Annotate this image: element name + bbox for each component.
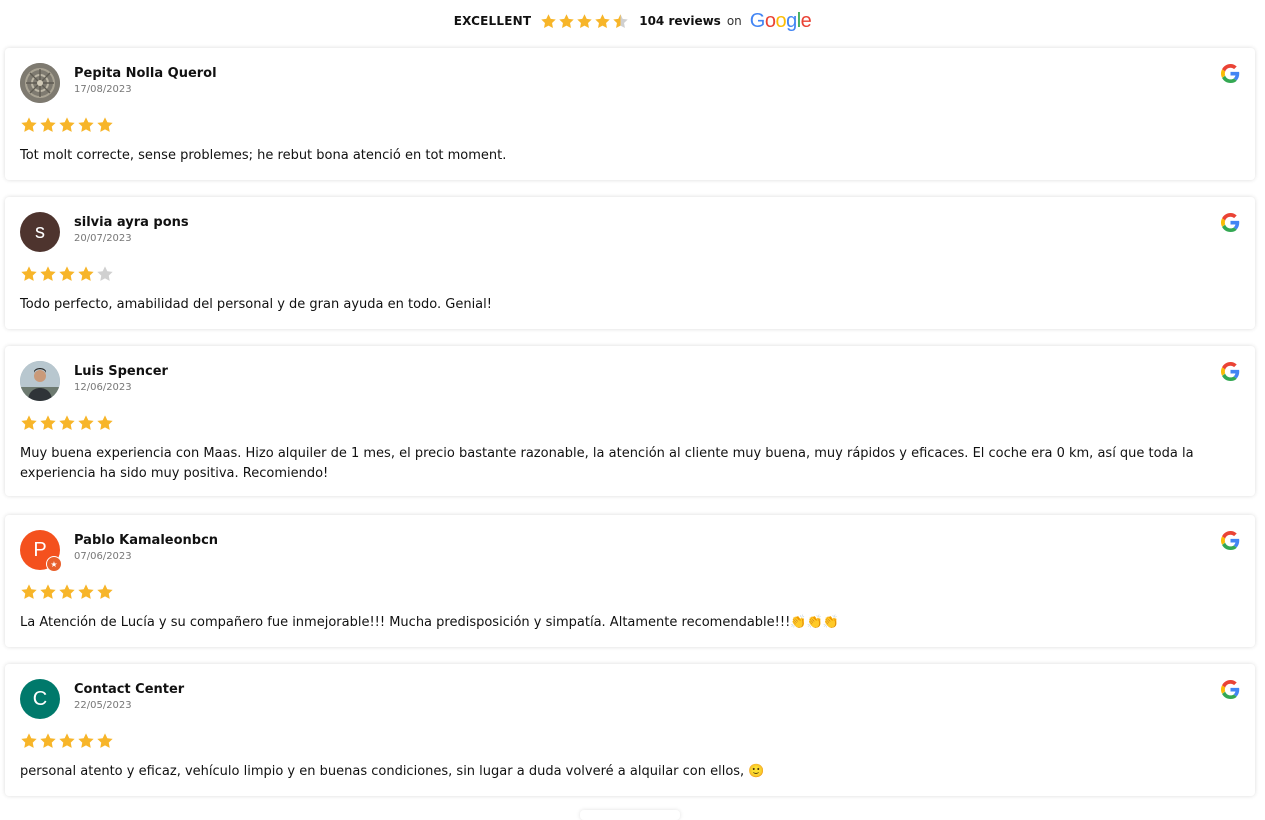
review-card: Pepita Nolla Querol 17/08/2023 Tot molt co…: [5, 48, 1255, 180]
google-g-icon[interactable]: [1221, 680, 1240, 699]
review-card: C Contact Center 22/05/2023 personal atento…: [5, 664, 1255, 796]
star-full-icon: [97, 733, 113, 748]
star-full-icon: [21, 266, 37, 281]
review-date: 07/06/2023: [74, 551, 132, 562]
reviewer-name[interactable]: silvia ayra pons: [74, 215, 189, 231]
review-date: 12/06/2023: [74, 382, 132, 393]
review-stars: [20, 583, 114, 601]
review-text: personal atento y eficaz, vehículo limpi…: [20, 764, 765, 779]
rating-label: EXCELLENT: [453, 14, 532, 28]
star-full-icon: [40, 266, 56, 281]
google-g-icon[interactable]: [1221, 64, 1240, 83]
rating-summary: EXCELLENT 104 reviews on Google: [0, 0, 1265, 42]
google-logo[interactable]: Google: [750, 10, 812, 33]
review-text: Tot molt correcte, sense problemes; he r…: [20, 148, 507, 163]
star-full-icon: [59, 415, 75, 430]
star-full-icon: [97, 584, 113, 599]
reviewer-name[interactable]: Contact Center: [74, 682, 184, 698]
star-full-icon: [21, 584, 37, 599]
avatar-letter: P: [33, 538, 47, 561]
avatar-letter: C: [32, 687, 48, 710]
review-text: La Atención de Lucía y su compañero fue …: [20, 615, 839, 630]
reviewer-meta: Pablo Kamaleonbcn 07/06/2023: [74, 533, 218, 562]
reviewer-meta: Contact Center 22/05/2023: [74, 682, 184, 711]
google-logo-letter: e: [800, 9, 812, 32]
star-full-icon: [78, 266, 94, 281]
review-stars: [20, 414, 114, 432]
star-half-icon: [613, 13, 628, 28]
review-count[interactable]: 104 reviews: [639, 14, 721, 28]
review-text: Muy buena experiencia con Maas. Hizo alq…: [20, 446, 1194, 481]
star-full-icon: [59, 117, 75, 132]
pattern-photo-icon: [20, 63, 60, 103]
summary-stars: [540, 13, 629, 30]
google-logo-letter: o: [764, 9, 776, 32]
google-logo-letter: o: [775, 9, 787, 32]
on-text: on: [726, 14, 742, 28]
review-card: s silvia ayra pons 20/07/2023 Todo perfecto…: [5, 197, 1255, 329]
star-full-icon: [78, 733, 94, 748]
review-stars: [20, 265, 114, 283]
star-full-icon: [595, 13, 610, 28]
review-card: P ★ Pablo Kamaleonbcn 07/06/2023 La Atención…: [5, 515, 1255, 647]
google-g-icon[interactable]: [1221, 362, 1240, 381]
local-guide-badge-icon: ★: [46, 556, 62, 572]
reviewer-name[interactable]: Pablo Kamaleonbcn: [74, 533, 218, 549]
star-full-icon: [59, 266, 75, 281]
google-g-icon[interactable]: [1221, 531, 1240, 550]
star-full-icon: [78, 415, 94, 430]
google-g-icon[interactable]: [1221, 213, 1240, 232]
star-full-icon: [559, 13, 574, 28]
google-logo-letter: G: [749, 9, 766, 32]
star-full-icon: [97, 117, 113, 132]
reviewer-name[interactable]: Pepita Nolla Querol: [74, 66, 217, 82]
review-header: s silvia ayra pons 20/07/2023: [20, 211, 1240, 255]
reviewer-meta: silvia ayra pons 20/07/2023: [74, 215, 189, 244]
avatar[interactable]: [20, 63, 60, 103]
reviewer-meta: Pepita Nolla Querol 17/08/2023: [74, 66, 217, 95]
avatar[interactable]: C: [20, 679, 60, 719]
star-full-icon: [78, 117, 94, 132]
star-full-icon: [40, 584, 56, 599]
review-date: 20/07/2023: [74, 233, 132, 244]
load-more-tab[interactable]: [580, 810, 680, 820]
review-date: 17/08/2023: [74, 84, 132, 95]
star-full-icon: [78, 584, 94, 599]
review-date: 22/05/2023: [74, 700, 132, 711]
review-stars: [20, 732, 114, 750]
star-full-icon: [577, 13, 592, 28]
review-header: Luis Spencer 12/06/2023: [20, 360, 1240, 404]
review-stars: [20, 116, 114, 134]
avatar-letter: s: [35, 220, 45, 243]
star-full-icon: [40, 117, 56, 132]
review-header: C Contact Center 22/05/2023: [20, 678, 1240, 722]
review-card: Luis Spencer 12/06/2023 Muy buena experien…: [5, 346, 1255, 496]
reviewer-name[interactable]: Luis Spencer: [74, 364, 168, 380]
avatar[interactable]: P ★: [20, 530, 62, 572]
star-full-icon: [97, 415, 113, 430]
review-header: P ★ Pablo Kamaleonbcn 07/06/2023: [20, 529, 1240, 573]
reviewer-meta: Luis Spencer 12/06/2023: [74, 364, 168, 393]
star-full-icon: [40, 415, 56, 430]
google-logo-letter: g: [786, 9, 797, 32]
star-full-icon: [59, 733, 75, 748]
avatar[interactable]: [20, 361, 60, 401]
star-full-icon: [21, 733, 37, 748]
star-full-icon: [21, 415, 37, 430]
review-text: Todo perfecto, amabilidad del personal y…: [20, 297, 492, 312]
star-full-icon: [59, 584, 75, 599]
avatar[interactable]: s: [20, 212, 60, 252]
star-empty-icon: [97, 266, 113, 281]
star-full-icon: [21, 117, 37, 132]
person-photo-icon: [20, 361, 60, 401]
star-full-icon: [40, 733, 56, 748]
review-header: Pepita Nolla Querol 17/08/2023: [20, 62, 1240, 106]
star-full-icon: [541, 13, 556, 28]
